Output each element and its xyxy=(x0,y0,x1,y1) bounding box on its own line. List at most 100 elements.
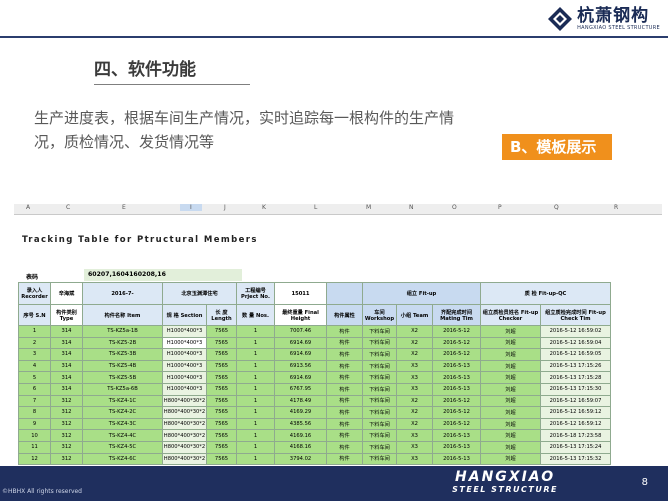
table-cell[interactable]: 1 xyxy=(236,394,275,408)
table-row[interactable]: 9 312 TS-KZ4-3C H800*400*30*2 7565 1 4385.56 构件… xyxy=(18,417,611,431)
table-cell[interactable]: 2016-5-12 16:59:12 xyxy=(540,406,611,419)
table-cell[interactable]: 2016-5-13 17:15:30 xyxy=(540,382,611,396)
project-name[interactable]: 北京玉渊潭住宅 xyxy=(162,282,237,305)
table-cell[interactable]: 11 xyxy=(18,440,51,454)
table-cell[interactable]: X2 xyxy=(396,417,433,431)
table-cell[interactable]: H1000*400*3 xyxy=(162,382,207,396)
table-cell[interactable]: 下料车间 xyxy=(362,382,397,396)
project-no[interactable]: 15011 xyxy=(274,282,327,305)
table-cell[interactable]: 2016-5-13 17:15:26 xyxy=(540,359,611,373)
table-cell[interactable]: TS-KZ4-2C xyxy=(82,406,163,419)
table-cell[interactable]: 2 xyxy=(18,336,51,350)
table-cell[interactable]: 刘超 xyxy=(480,325,541,338)
table-cell[interactable]: H1000*400*3 xyxy=(162,336,207,350)
table-cell[interactable]: 下料车间 xyxy=(362,440,397,454)
table-cell[interactable]: 刘超 xyxy=(480,452,541,466)
table-cell[interactable]: 314 xyxy=(50,371,83,384)
code-value[interactable]: 60207,1604160208,16 xyxy=(84,269,242,281)
table-cell[interactable]: X2 xyxy=(396,336,433,350)
table-cell[interactable]: 1 xyxy=(236,336,275,350)
table-cell[interactable]: 5 xyxy=(18,371,51,384)
table-cell[interactable]: 2016-5-13 xyxy=(432,429,481,442)
table-cell[interactable]: TS-KZ4-3C xyxy=(82,417,163,431)
table-row[interactable]: 8 312 TS-KZ4-2C H800*400*30*2 7565 1 4169.29 构件… xyxy=(18,406,611,419)
table-cell[interactable]: 4168.16 xyxy=(274,440,327,454)
table-cell[interactable]: 刘超 xyxy=(480,371,541,384)
table-cell[interactable]: 构件 xyxy=(326,394,363,408)
table-row[interactable]: 7 312 TS-KZ4-1C H800*400*30*2 7565 1 4178.49 构件… xyxy=(18,394,611,408)
table-cell[interactable]: 1 xyxy=(236,417,275,431)
table-cell[interactable]: 1 xyxy=(18,325,51,338)
table-cell[interactable]: 4178.49 xyxy=(274,394,327,408)
table-cell[interactable]: 2016-5-12 xyxy=(432,325,481,338)
table-cell[interactable]: 刘超 xyxy=(480,394,541,408)
table-cell[interactable]: X3 xyxy=(396,440,433,454)
table-cell[interactable]: H800*400*30*2 xyxy=(162,440,207,454)
table-cell[interactable]: 312 xyxy=(50,394,83,408)
table-cell[interactable]: 下料车间 xyxy=(362,406,397,419)
table-cell[interactable]: 7565 xyxy=(206,359,237,373)
table-cell[interactable]: 2016-5-12 xyxy=(432,336,481,350)
recorder-name[interactable]: 辛海斌 xyxy=(50,282,83,305)
table-cell[interactable]: 2016-5-13 17:15:28 xyxy=(540,371,611,384)
table-cell[interactable]: 4169.16 xyxy=(274,429,327,442)
table-cell[interactable]: 2016-5-13 xyxy=(432,382,481,396)
table-cell[interactable]: X3 xyxy=(396,371,433,384)
table-cell[interactable]: 构件 xyxy=(326,429,363,442)
table-cell[interactable]: H800*400*30*2 xyxy=(162,417,207,431)
table-cell[interactable]: 刘超 xyxy=(480,336,541,350)
table-cell[interactable]: TS-KZ4-5C xyxy=(82,440,163,454)
table-cell[interactable]: 2016-5-18 17:23:58 xyxy=(540,429,611,442)
table-cell[interactable]: TS-KZ5a-6B xyxy=(82,382,163,396)
table-cell[interactable]: 1 xyxy=(236,348,275,361)
table-cell[interactable]: 2016-5-13 xyxy=(432,452,481,466)
table-cell[interactable]: H800*400*30*2 xyxy=(162,394,207,408)
table-cell[interactable]: 1 xyxy=(236,452,275,466)
table-row[interactable]: 11 312 TS-KZ4-5C H800*400*30*2 7565 1 4168.16 构… xyxy=(18,440,611,454)
table-cell[interactable]: 2016-5-13 17:15:32 xyxy=(540,452,611,466)
table-cell[interactable]: 6 xyxy=(18,382,51,396)
table-cell[interactable]: 1 xyxy=(236,371,275,384)
table-cell[interactable]: 刘超 xyxy=(480,348,541,361)
table-cell[interactable]: 2016-5-13 17:15:24 xyxy=(540,440,611,454)
table-cell[interactable]: 7565 xyxy=(206,348,237,361)
table-cell[interactable]: 下料车间 xyxy=(362,325,397,338)
table-cell[interactable]: 1 xyxy=(236,406,275,419)
table-cell[interactable]: 7565 xyxy=(206,406,237,419)
table-cell[interactable]: TS-KZ5a-1B xyxy=(82,325,163,338)
table-cell[interactable]: H1000*400*3 xyxy=(162,325,207,338)
table-cell[interactable]: X2 xyxy=(396,406,433,419)
table-cell[interactable]: 3794.02 xyxy=(274,452,327,466)
table-cell[interactable]: TS-KZ5-4B xyxy=(82,359,163,373)
table-cell[interactable]: 1 xyxy=(236,440,275,454)
table-cell[interactable]: 2016-5-12 16:59:04 xyxy=(540,336,611,350)
table-cell[interactable]: 2016-5-13 xyxy=(432,371,481,384)
table-cell[interactable]: TS-KZ5-2B xyxy=(82,336,163,350)
table-cell[interactable]: 314 xyxy=(50,359,83,373)
table-cell[interactable]: X3 xyxy=(396,359,433,373)
table-cell[interactable]: 刘超 xyxy=(480,417,541,431)
table-cell[interactable]: 下料车间 xyxy=(362,452,397,466)
table-cell[interactable]: H800*400*30*2 xyxy=(162,429,207,442)
table-cell[interactable]: 2016-5-12 xyxy=(432,348,481,361)
table-cell[interactable]: 构件 xyxy=(326,359,363,373)
table-cell[interactable]: 下料车间 xyxy=(362,359,397,373)
table-cell[interactable]: 312 xyxy=(50,406,83,419)
table-cell[interactable]: 312 xyxy=(50,429,83,442)
table-row[interactable]: 1 314 TS-KZ5a-1B H1000*400*3 7565 1 7007.46 构件下… xyxy=(18,325,611,338)
table-cell[interactable]: 7007.46 xyxy=(274,325,327,338)
table-cell[interactable]: 312 xyxy=(50,417,83,431)
table-cell[interactable]: 构件 xyxy=(326,440,363,454)
table-cell[interactable]: 构件 xyxy=(326,325,363,338)
table-cell[interactable]: 刘超 xyxy=(480,440,541,454)
table-cell[interactable]: 7565 xyxy=(206,452,237,466)
table-cell[interactable]: 4 xyxy=(18,359,51,373)
table-cell[interactable]: 2016-5-12 xyxy=(432,417,481,431)
table-cell[interactable]: 314 xyxy=(50,382,83,396)
table-cell[interactable]: X3 xyxy=(396,429,433,442)
table-cell[interactable]: 构件 xyxy=(326,336,363,350)
table-cell[interactable]: 2016-5-12 xyxy=(432,406,481,419)
table-cell[interactable]: 314 xyxy=(50,325,83,338)
table-cell[interactable]: X3 xyxy=(396,382,433,396)
table-cell[interactable]: 9 xyxy=(18,417,51,431)
